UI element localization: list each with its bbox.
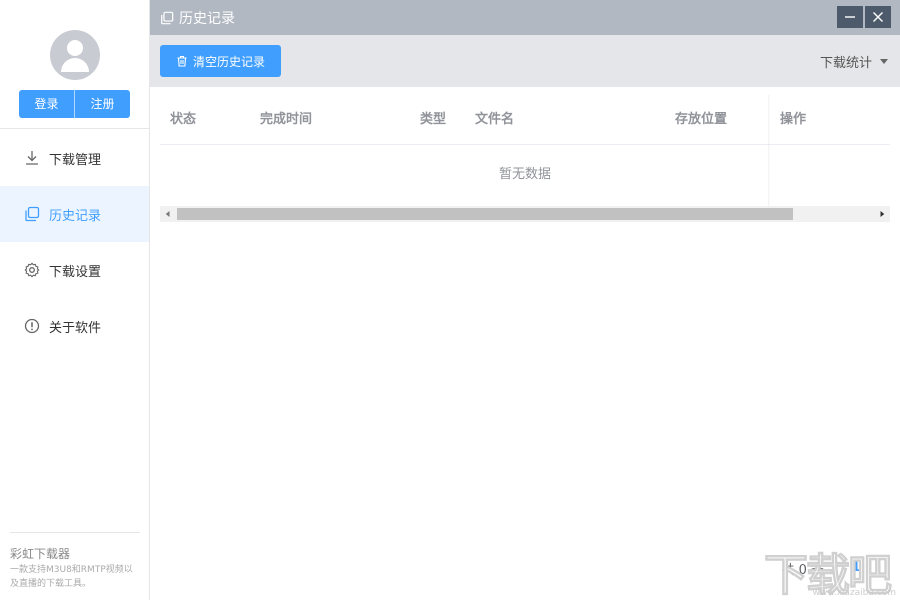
download-stats-dropdown[interactable]: 下载统计: [820, 35, 888, 87]
auth-buttons: 登录 注册: [19, 90, 130, 118]
sidebar-item-label: 下载设置: [49, 264, 102, 280]
clear-history-button[interactable]: 清空历史记录: [160, 45, 281, 77]
empty-state: 暂无数据: [498, 167, 551, 182]
app-name: 彩虹下载器: [10, 547, 71, 561]
login-button[interactable]: 登录: [19, 90, 74, 118]
trash-icon: [177, 55, 187, 67]
info-icon: [23, 317, 41, 335]
column-header-actions[interactable]: 操作: [780, 95, 806, 145]
nav-divider: [0, 128, 149, 129]
column-header-finish-time[interactable]: 完成时间: [260, 95, 312, 145]
sidebar-item-label: 下载管理: [49, 152, 102, 168]
watermark: 下载吧 www.xiazaiba.com: [760, 543, 900, 600]
fixed-column-shadow: [768, 95, 770, 222]
copy-icon: [161, 11, 174, 24]
triangle-left-icon: [165, 211, 170, 217]
download-stats-label: 下载统计: [819, 55, 872, 71]
clear-history-label: 清空历史记录: [192, 54, 265, 69]
history-table: 状态 完成时间 类型 文件名 存放位置 操作 暂无数据: [160, 95, 890, 222]
register-button[interactable]: 注册: [74, 90, 130, 118]
table-header: 状态 完成时间 类型 文件名 存放位置 操作: [160, 95, 890, 145]
title-bar[interactable]: 历史记录: [150, 0, 900, 35]
sidebar-item-label: 历史记录: [49, 208, 102, 224]
scroll-left-arrow[interactable]: [160, 206, 176, 222]
column-header-status[interactable]: 状态: [170, 95, 196, 145]
minimize-button[interactable]: [837, 6, 863, 28]
sidebar-item-history[interactable]: 历史记录: [0, 186, 149, 242]
avatar-head: [67, 40, 83, 56]
column-header-location[interactable]: 存放位置: [675, 95, 727, 145]
sidebar-item-download-settings[interactable]: 下载设置: [0, 242, 149, 298]
scrollbar-thumb[interactable]: [177, 208, 793, 220]
sidebar: 登录 注册 下载管理 历史记录 下载设置 关于软件 彩虹下载器 一款支持M3U8…: [0, 0, 150, 600]
download-icon: [23, 149, 41, 167]
horizontal-scrollbar[interactable]: [160, 206, 890, 222]
minimize-icon: [845, 16, 855, 18]
caret-down-icon: [880, 58, 888, 64]
sidebar-item-download-manager[interactable]: 下载管理: [0, 130, 149, 186]
app-description: 一款支持M3U8和RMTP视频以及直播的下载工具。: [10, 565, 133, 589]
history-icon: [23, 205, 41, 223]
close-icon: [873, 12, 883, 22]
sidebar-nav: 下载管理 历史记录 下载设置 关于软件: [0, 130, 149, 354]
column-header-filename[interactable]: 文件名: [475, 95, 514, 145]
sidebar-item-about[interactable]: 关于软件: [0, 298, 149, 354]
sidebar-item-label: 关于软件: [49, 320, 102, 336]
window-title-text: 历史记录: [179, 10, 235, 27]
window-title: 历史记录: [160, 0, 235, 35]
close-button[interactable]: [865, 6, 891, 28]
scroll-right-arrow[interactable]: [874, 206, 890, 222]
avatar[interactable]: [50, 30, 100, 80]
column-header-type[interactable]: 类型: [420, 95, 446, 145]
brand-info: 彩虹下载器 一款支持M3U8和RMTP视频以及直播的下载工具。: [10, 532, 140, 591]
triangle-right-icon: [880, 211, 885, 217]
watermark-url: www.xiazaiba.com: [812, 588, 896, 598]
avatar-body: [61, 58, 89, 72]
gear-icon: [23, 261, 41, 279]
toolbar: 清空历史记录 下载统计: [150, 35, 900, 87]
